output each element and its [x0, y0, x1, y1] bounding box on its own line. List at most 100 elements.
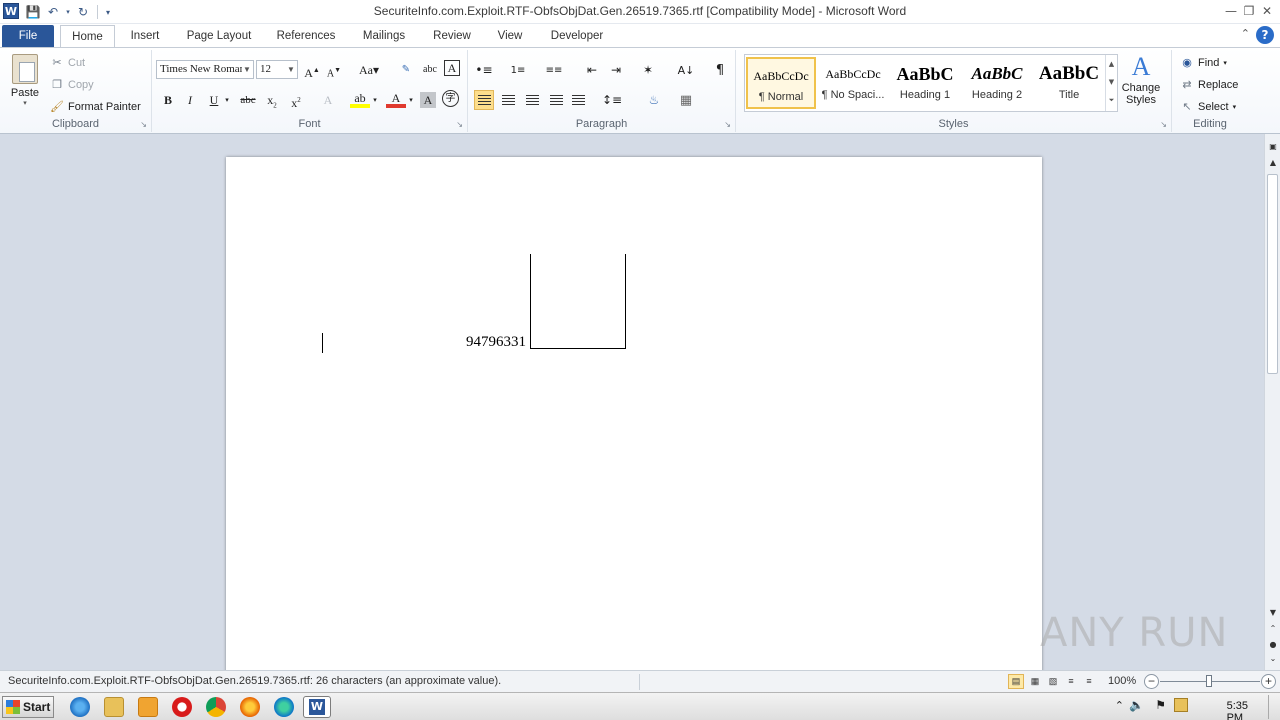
- strikethrough-icon[interactable]: abc: [238, 90, 258, 110]
- find-button[interactable]: ◉ Find ▾: [1180, 54, 1227, 72]
- paste-button[interactable]: Paste ▾: [6, 52, 44, 114]
- word-taskbar-button[interactable]: W: [303, 696, 331, 718]
- chevron-up-icon[interactable]: ▲: [1106, 55, 1117, 73]
- tab-mailings[interactable]: Mailings: [354, 25, 414, 47]
- character-border-icon[interactable]: A: [444, 60, 460, 76]
- tab-home[interactable]: Home: [60, 25, 115, 48]
- zoom-slider-thumb[interactable]: [1206, 675, 1212, 687]
- chevron-down-icon[interactable]: ▼: [1106, 73, 1117, 91]
- zoom-out-icon[interactable]: −: [1144, 674, 1159, 689]
- font-color-icon[interactable]: A: [386, 90, 406, 108]
- style-heading-1[interactable]: AaBbC Heading 1: [890, 57, 960, 109]
- file-explorer-icon[interactable]: [104, 697, 124, 717]
- opera-icon[interactable]: [172, 697, 192, 717]
- scrollbar-thumb[interactable]: [1267, 174, 1278, 374]
- media-player-icon[interactable]: [138, 697, 158, 717]
- clock[interactable]: 5:35 PM: [1227, 700, 1248, 720]
- web-layout-icon[interactable]: ▧: [1045, 674, 1061, 689]
- document-page[interactable]: 94796331: [226, 157, 1042, 677]
- browse-object-icon[interactable]: ●: [1265, 640, 1280, 654]
- show-hidden-icons-icon[interactable]: ⌃: [1115, 699, 1124, 712]
- print-layout-view-icon[interactable]: ▤: [1008, 674, 1024, 689]
- character-shading-icon[interactable]: A: [420, 92, 436, 108]
- decrease-indent-icon[interactable]: ⇤: [582, 60, 602, 80]
- style-no-spacing[interactable]: AaBbCcDc ¶ No Spaci...: [818, 57, 888, 109]
- font-launcher-icon[interactable]: ↘: [456, 120, 463, 129]
- firefox-icon[interactable]: [240, 697, 260, 717]
- subscript-icon[interactable]: x2: [262, 90, 282, 110]
- copy-button[interactable]: ❐ Copy: [50, 76, 94, 94]
- show-formatting-marks-icon[interactable]: ¶: [710, 60, 730, 80]
- grow-font-icon[interactable]: A▲: [302, 60, 322, 80]
- more-styles-icon[interactable]: ⏷: [1106, 91, 1117, 109]
- network-icon[interactable]: [1174, 698, 1188, 712]
- enclose-characters-icon[interactable]: 字: [442, 90, 459, 107]
- action-center-flag-icon[interactable]: ⚑: [1155, 698, 1166, 712]
- shrink-font-icon[interactable]: A▼: [324, 60, 344, 80]
- borders-icon[interactable]: ▦: [676, 90, 696, 110]
- replace-button[interactable]: ⇄ Replace: [1180, 76, 1238, 94]
- style-heading-2[interactable]: AaBbC Heading 2: [962, 57, 1032, 109]
- start-button[interactable]: Start: [2, 696, 54, 718]
- tab-file[interactable]: File: [2, 25, 54, 47]
- volume-icon[interactable]: 🔈: [1129, 698, 1144, 712]
- underline-dropdown-icon[interactable]: ▾: [222, 90, 232, 110]
- highlight-dropdown-icon[interactable]: ▾: [370, 90, 380, 110]
- tab-review[interactable]: Review: [424, 25, 480, 47]
- chevron-down-icon[interactable]: ▼: [242, 61, 252, 78]
- tab-insert[interactable]: Insert: [120, 25, 170, 47]
- increase-indent-icon[interactable]: ⇥: [606, 60, 626, 80]
- scroll-down-icon[interactable]: ▼: [1265, 608, 1280, 622]
- restore-icon[interactable]: ❐: [1240, 2, 1258, 20]
- tab-references[interactable]: References: [268, 25, 344, 47]
- tab-developer[interactable]: Developer: [540, 25, 614, 47]
- zoom-level[interactable]: 100%: [1108, 675, 1136, 687]
- previous-page-icon[interactable]: ⌃: [1265, 624, 1280, 638]
- minimize-ribbon-icon[interactable]: ⌃: [1241, 27, 1250, 40]
- document-text[interactable]: 94796331: [466, 334, 526, 351]
- next-page-icon[interactable]: ⌄: [1265, 654, 1280, 668]
- format-painter-button[interactable]: 🖌 Format Painter: [50, 98, 141, 116]
- outline-view-icon[interactable]: ≡: [1063, 674, 1079, 689]
- zoom-in-icon[interactable]: +: [1261, 674, 1276, 689]
- chevron-down-icon[interactable]: ▼: [286, 61, 296, 78]
- draft-view-icon[interactable]: ≡: [1081, 674, 1097, 689]
- internet-explorer-icon[interactable]: [70, 697, 90, 717]
- clipboard-launcher-icon[interactable]: ↘: [140, 120, 147, 129]
- cut-button[interactable]: ✂ Cut: [50, 54, 85, 72]
- phonetic-guide-icon[interactable]: abc: [420, 60, 440, 80]
- underline-icon[interactable]: U: [204, 90, 224, 110]
- help-icon[interactable]: ?: [1256, 26, 1274, 44]
- chrome-icon[interactable]: [206, 697, 226, 717]
- edge-icon[interactable]: [274, 697, 294, 717]
- close-icon[interactable]: ✕: [1258, 2, 1276, 20]
- numbering-icon[interactable]: 1≡: [508, 60, 528, 80]
- justify-icon[interactable]: [546, 90, 566, 110]
- line-spacing-icon[interactable]: ↕≡: [602, 90, 622, 110]
- align-center-icon[interactable]: [498, 90, 518, 110]
- change-case-icon[interactable]: Aa▾: [356, 60, 382, 80]
- bullets-icon[interactable]: •≡: [474, 60, 494, 80]
- show-desktop-button[interactable]: [1268, 695, 1280, 719]
- font-name-combo[interactable]: Times New Roman ▼: [156, 60, 254, 79]
- shading-icon[interactable]: ♨: [644, 90, 664, 110]
- tab-page-layout[interactable]: Page Layout: [180, 25, 258, 47]
- align-right-icon[interactable]: [522, 90, 542, 110]
- scroll-up-icon[interactable]: ▲: [1265, 158, 1280, 172]
- italic-icon[interactable]: I: [180, 90, 200, 110]
- full-screen-reading-icon[interactable]: ▦: [1027, 674, 1043, 689]
- styles-launcher-icon[interactable]: ↘: [1160, 120, 1167, 129]
- multilevel-list-icon[interactable]: ≡≡: [544, 60, 564, 80]
- asian-layout-icon[interactable]: ✶: [638, 60, 658, 80]
- minimize-icon[interactable]: —: [1222, 2, 1240, 20]
- embedded-object-frame[interactable]: [530, 254, 626, 349]
- style-normal[interactable]: AaBbCcDc ¶ Normal: [746, 57, 816, 109]
- ruler-toggle-icon[interactable]: ▣: [1265, 142, 1280, 156]
- style-title[interactable]: AaBbC Title: [1034, 57, 1104, 109]
- clear-formatting-icon[interactable]: ✎: [396, 60, 416, 80]
- align-left-icon[interactable]: [474, 90, 494, 110]
- vertical-scrollbar[interactable]: ▣ ▲ ▼ ⌃ ● ⌄: [1264, 134, 1280, 670]
- distributed-icon[interactable]: [568, 90, 588, 110]
- styles-gallery-scroll[interactable]: ▲ ▼ ⏷: [1105, 55, 1117, 111]
- font-size-combo[interactable]: 12 ▼: [256, 60, 298, 79]
